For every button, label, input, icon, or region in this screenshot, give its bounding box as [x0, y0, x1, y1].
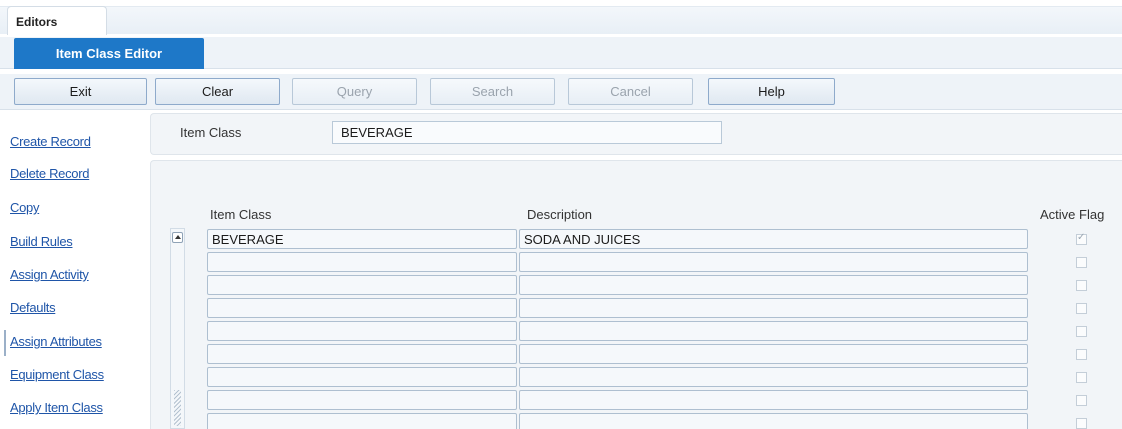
- sidebar-item-assign-attributes[interactable]: Assign Attributes: [10, 334, 102, 349]
- top-tab-bar: [0, 0, 1122, 36]
- active-flag-checkbox[interactable]: [1076, 349, 1087, 360]
- scroll-up-icon[interactable]: [172, 232, 183, 243]
- active-flag-checkbox[interactable]: [1076, 232, 1087, 245]
- active-flag-checkbox[interactable]: [1076, 257, 1087, 268]
- help-button[interactable]: Help: [708, 78, 835, 105]
- active-flag-checkbox[interactable]: [1076, 372, 1087, 383]
- exit-button[interactable]: Exit: [14, 78, 147, 105]
- item-class-cell[interactable]: BEVERAGE: [207, 229, 517, 249]
- tab-strip: [0, 6, 1122, 34]
- column-header-active-flag: Active Flag: [1040, 207, 1105, 222]
- sidebar-item-apply-item-class[interactable]: Apply Item Class: [10, 400, 103, 415]
- active-flag-checkbox[interactable]: [1076, 395, 1087, 406]
- description-cell[interactable]: [519, 275, 1028, 295]
- active-flag-checkbox[interactable]: [1076, 418, 1087, 429]
- item-class-cell[interactable]: [207, 344, 517, 364]
- sidebar-item-assign-activity[interactable]: Assign Activity: [10, 267, 89, 282]
- active-flag-checkbox[interactable]: [1076, 326, 1087, 337]
- item-class-cell[interactable]: [207, 275, 517, 295]
- item-class-cell[interactable]: [207, 252, 517, 272]
- sidebar-item-build-rules[interactable]: Build Rules: [10, 234, 73, 249]
- query-button[interactable]: Query: [292, 78, 417, 105]
- column-header-description: Description: [527, 207, 593, 222]
- item-class-label: Item Class: [180, 125, 242, 140]
- active-flag-checkbox[interactable]: [1076, 280, 1087, 291]
- description-cell[interactable]: SODA AND JUICES: [519, 229, 1028, 249]
- cancel-button[interactable]: Cancel: [568, 78, 693, 105]
- item-class-cell[interactable]: [207, 390, 517, 410]
- sidebar-item-defaults[interactable]: Defaults: [10, 300, 56, 315]
- tab-editors[interactable]: Editors: [7, 6, 107, 35]
- column-header-item-class: Item Class: [210, 207, 272, 222]
- item-class-cell[interactable]: [207, 413, 517, 429]
- description-cell[interactable]: [519, 413, 1028, 429]
- item-class-cell[interactable]: [207, 298, 517, 318]
- active-flag-checkbox[interactable]: [1076, 303, 1087, 314]
- clear-button[interactable]: Clear: [155, 78, 280, 105]
- resize-grip-icon[interactable]: [174, 390, 181, 426]
- sidebar-item-delete-record[interactable]: Delete Record: [10, 166, 90, 181]
- sidebar-marker: [4, 330, 6, 356]
- item-class-cell[interactable]: [207, 367, 517, 387]
- search-button[interactable]: Search: [430, 78, 555, 105]
- item-class-input[interactable]: BEVERAGE: [332, 121, 722, 144]
- sidebar-item-create-record[interactable]: Create Record: [10, 134, 91, 149]
- sidebar-item-equipment-class[interactable]: Equipment Class: [10, 367, 104, 382]
- description-cell[interactable]: [519, 298, 1028, 318]
- item-class-cell[interactable]: [207, 321, 517, 341]
- description-cell[interactable]: [519, 344, 1028, 364]
- description-cell[interactable]: [519, 252, 1028, 272]
- sidebar-item-copy[interactable]: Copy: [10, 200, 39, 215]
- description-cell[interactable]: [519, 390, 1028, 410]
- description-cell[interactable]: [519, 321, 1028, 341]
- tab-item-class-editor[interactable]: Item Class Editor: [14, 38, 204, 69]
- description-cell[interactable]: [519, 367, 1028, 387]
